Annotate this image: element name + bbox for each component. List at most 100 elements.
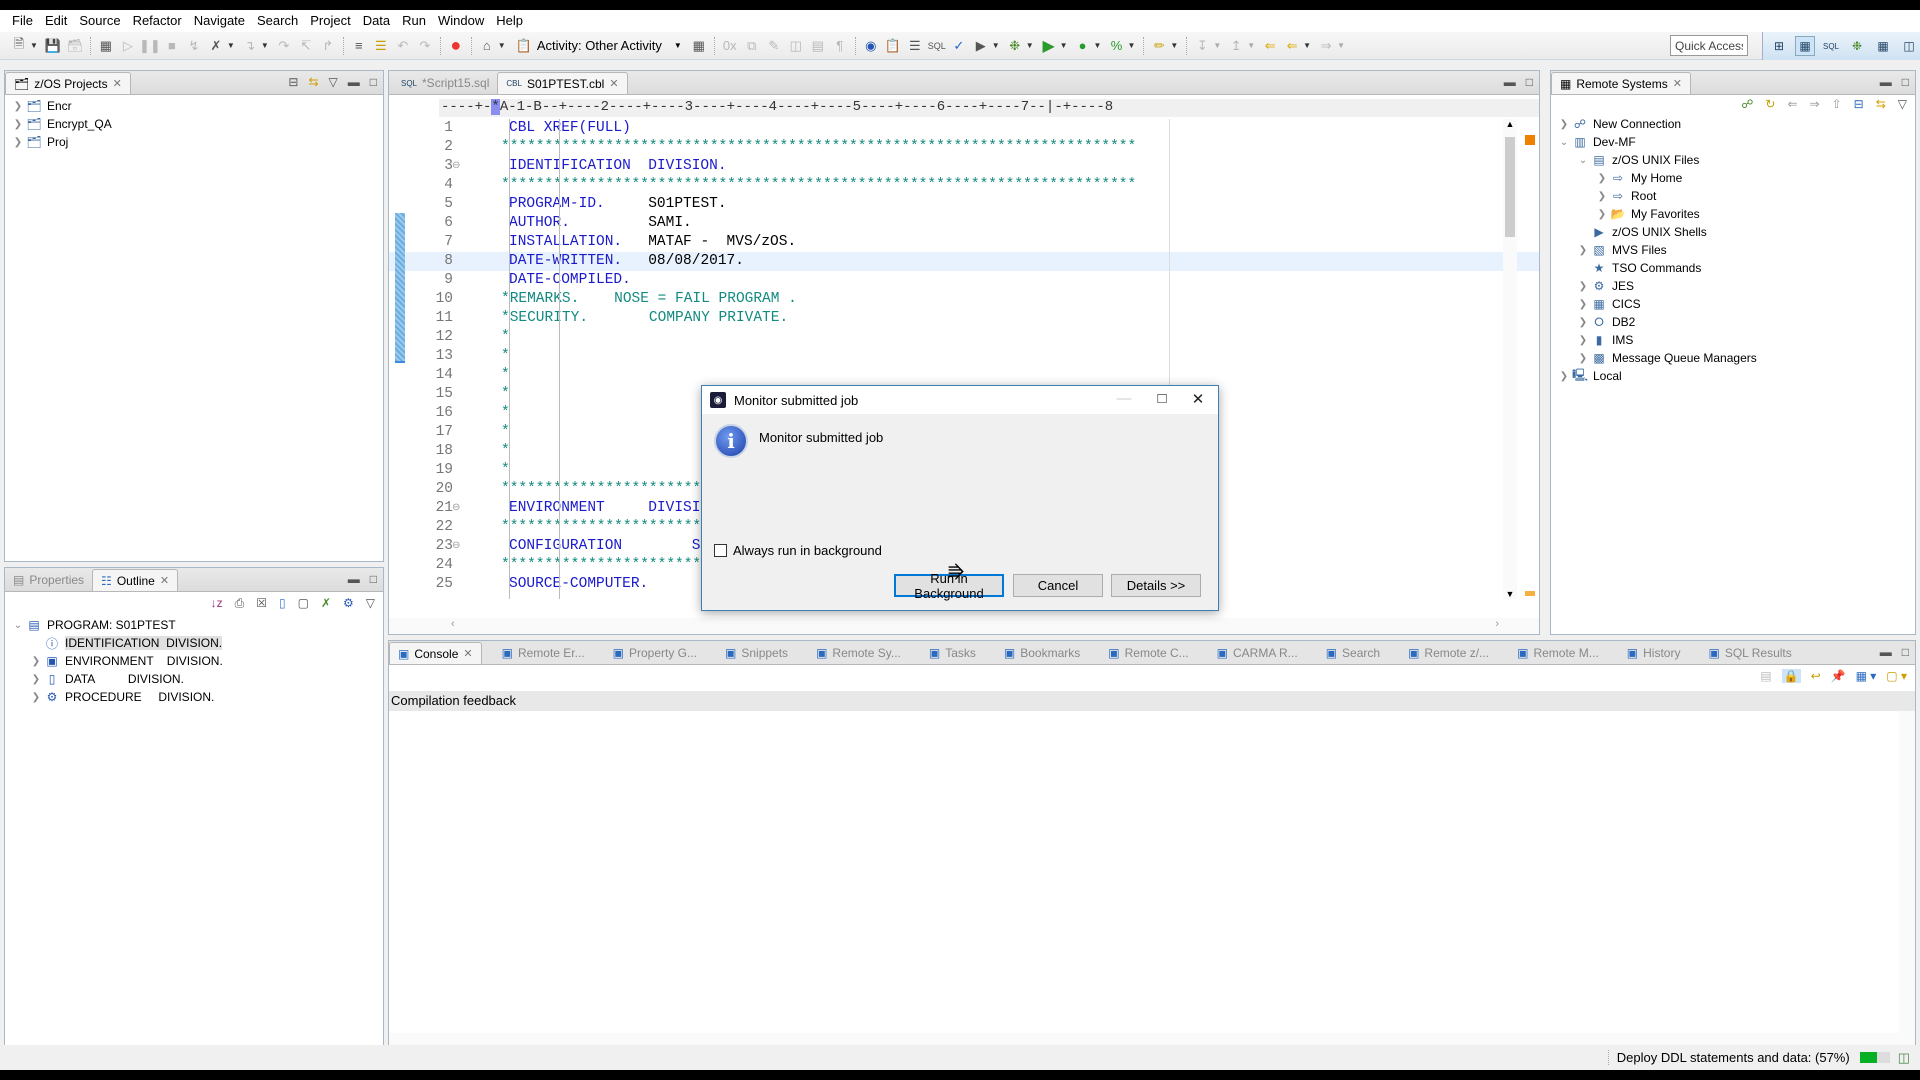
progress-view-icon[interactable]: ◫ [1898, 1050, 1910, 1066]
chevron-right-icon[interactable]: ❯ [1576, 353, 1590, 364]
properties-list-icon[interactable]: ☰ [904, 35, 926, 57]
drop-frame-icon[interactable]: ↱ [317, 35, 339, 57]
remote-tree-item[interactable]: ❯ ⚙ JES [1551, 277, 1915, 295]
save-icon[interactable]: 💾 [42, 35, 64, 57]
code-line[interactable]: 9 DATE-COMPILED. [389, 271, 1539, 290]
last-edit-icon[interactable]: ⇐ [1259, 35, 1281, 57]
collapse-all-icon[interactable]: ⊟ [1854, 97, 1864, 111]
close-icon[interactable]: ✕ [463, 647, 472, 660]
coverage-icon[interactable]: % [1105, 35, 1127, 57]
view-menu-icon[interactable]: ▽ [1898, 97, 1907, 111]
maximize-icon[interactable]: □ [1152, 390, 1172, 407]
debug-dropdown[interactable]: ▼ [1026, 41, 1034, 50]
pilcrow-icon[interactable]: ¶ [829, 35, 851, 57]
chevron-right-icon[interactable]: ❯ [1576, 335, 1590, 346]
forward-icon[interactable]: ⇒ [1315, 35, 1337, 57]
tab-sql-results[interactable]: ▣ SQL Results [1700, 642, 1799, 664]
tab-outline[interactable]: ☷ Outline ✕ [92, 569, 179, 591]
home-dropdown[interactable]: ▼ [498, 41, 506, 50]
prev-annotation-icon[interactable]: ↥ [1225, 35, 1247, 57]
document-icon[interactable]: ▢ [298, 596, 309, 611]
code-line[interactable]: 14 * [389, 366, 1539, 385]
save-all-icon[interactable]: 🗃 [64, 35, 86, 57]
submit-job-icon[interactable]: 📋 [882, 35, 904, 57]
close-icon[interactable]: ✕ [1188, 390, 1208, 408]
skip-dropdown[interactable]: ▼ [227, 41, 235, 50]
code-line[interactable]: 1 CBL XREF(FULL) [389, 119, 1539, 138]
run-dropdown[interactable]: ▼ [1060, 41, 1068, 50]
vertical-scrollbar[interactable]: ▲ ▼ [1503, 119, 1517, 599]
outline-item[interactable]: ❯ ▯ DATA DIVISION. [5, 670, 383, 688]
data-perspective-icon[interactable]: ◫ [1899, 36, 1919, 56]
console-vertical-scrollbar[interactable] [1899, 711, 1915, 1033]
minimize-icon[interactable]: ▬ [1504, 75, 1516, 89]
details-button[interactable]: Details >> [1111, 574, 1201, 597]
outline-item[interactable]: ⓘ IDENTIFICATION DIVISION. [5, 634, 383, 652]
close-icon[interactable]: ✕ [113, 77, 122, 90]
tab-bookmarks[interactable]: ▣ Bookmarks [996, 642, 1088, 664]
tab-remote-sy[interactable]: ▣ Remote Sy... [808, 642, 909, 664]
tab-history[interactable]: ▣ History [1619, 642, 1689, 664]
minimize-icon[interactable]: ▬ [1880, 75, 1892, 89]
prev-annotation-dropdown[interactable]: ▼ [1247, 41, 1255, 50]
word-wrap-icon[interactable]: ↩ [1811, 669, 1821, 683]
menu-edit[interactable]: Edit [39, 10, 73, 32]
pin-console-icon[interactable]: 📌 [1831, 669, 1846, 683]
progress-task-label[interactable]: Deploy DDL statements and data: (57%) [1607, 1050, 1850, 1065]
menu-navigate[interactable]: Navigate [188, 10, 251, 32]
link-editor-icon[interactable]: ⇆ [1876, 97, 1886, 111]
maximize-icon[interactable]: □ [370, 75, 377, 89]
code-line[interactable]: 11 *SECURITY. COMPANY PRIVATE. [389, 309, 1539, 328]
resume-icon[interactable]: ▷ [117, 35, 139, 57]
chevron-down-icon[interactable]: ⌄ [11, 620, 25, 631]
remote-tree-item[interactable]: ❯ ⇨ My Home [1551, 169, 1915, 187]
hide-fields-icon[interactable]: ☒ [256, 596, 267, 611]
chevron-right-icon[interactable]: ❯ [1576, 281, 1590, 292]
back-icon[interactable]: ⇐ [1787, 97, 1797, 111]
run-history-dropdown[interactable]: ▼ [992, 41, 1000, 50]
remote-tree-item[interactable]: ❯ ▩ Message Queue Managers [1551, 349, 1915, 367]
step-dropdown[interactable]: ▼ [261, 41, 269, 50]
code-line[interactable]: 3 ⊖ IDENTIFICATION DIVISION. [389, 157, 1539, 176]
print-icon[interactable]: ⎙ [235, 596, 245, 611]
new-icon[interactable]: 🗎 [8, 35, 30, 57]
back-dropdown[interactable]: ▼ [1303, 41, 1311, 50]
redo-icon[interactable]: ↷ [414, 35, 436, 57]
clear-console-icon[interactable]: ▤ [1760, 669, 1771, 683]
chevron-right-icon[interactable]: ❯ [11, 119, 25, 130]
menu-project[interactable]: Project [304, 10, 356, 32]
scroll-down-icon[interactable]: ▼ [1503, 589, 1517, 599]
tab-remote-er[interactable]: ▣ Remote Er... [494, 642, 593, 664]
run-icon[interactable]: ▶ [1038, 35, 1060, 57]
tab-snippets[interactable]: ▣ Snippets [717, 642, 796, 664]
menu-run[interactable]: Run [396, 10, 432, 32]
sort-az-icon[interactable]: ↓z [211, 596, 223, 611]
menu-data[interactable]: Data [357, 10, 396, 32]
outline-item[interactable]: ❯ ▣ ENVIRONMENT DIVISION. [5, 652, 383, 670]
maximize-icon[interactable]: □ [1902, 645, 1909, 659]
disconnect-icon[interactable]: ↯ [183, 35, 205, 57]
link-editor-icon[interactable]: ⇆ [308, 75, 318, 89]
tab-script15-sql[interactable]: SQL *Script15.sql [393, 72, 497, 94]
remote-tree-item[interactable]: ❯ ▮ IMS [1551, 331, 1915, 349]
activity-selector[interactable]: 📋 Activity: Other Activity ▼ [516, 38, 682, 54]
code-line[interactable]: 4 ***************************************… [389, 176, 1539, 195]
tab-zos-projects[interactable]: 🗂 z/OS Projects ✕ [5, 72, 131, 94]
close-icon[interactable]: ✕ [160, 574, 169, 587]
overview-warning-marker[interactable] [1525, 135, 1535, 145]
overview-marker[interactable] [1525, 591, 1535, 596]
chevron-right-icon[interactable]: ❯ [29, 674, 43, 685]
project-item[interactable]: ❯ 🗂 Proj [5, 133, 383, 151]
menu-help[interactable]: Help [490, 10, 529, 32]
code-line[interactable]: 7 INSTALLATION. MATAF - MVS/zOS. [389, 233, 1539, 252]
chevron-right-icon[interactable]: ❯ [1557, 371, 1571, 382]
refresh-icon[interactable]: ↻ [1765, 97, 1775, 111]
highlighter-dropdown[interactable]: ▼ [1170, 41, 1178, 50]
scroll-thumb[interactable] [1505, 137, 1515, 237]
remote-perspective-icon[interactable]: ▦ [1873, 36, 1893, 56]
back-icon[interactable]: ⇐ [1281, 35, 1303, 57]
remote-tree-item[interactable]: ❯ 📂 My Favorites [1551, 205, 1915, 223]
open-console-icon[interactable]: ▢ ▾ [1886, 669, 1907, 683]
debug-icon[interactable]: ❉ [1004, 35, 1026, 57]
minimize-icon[interactable]: ▬ [348, 75, 360, 89]
